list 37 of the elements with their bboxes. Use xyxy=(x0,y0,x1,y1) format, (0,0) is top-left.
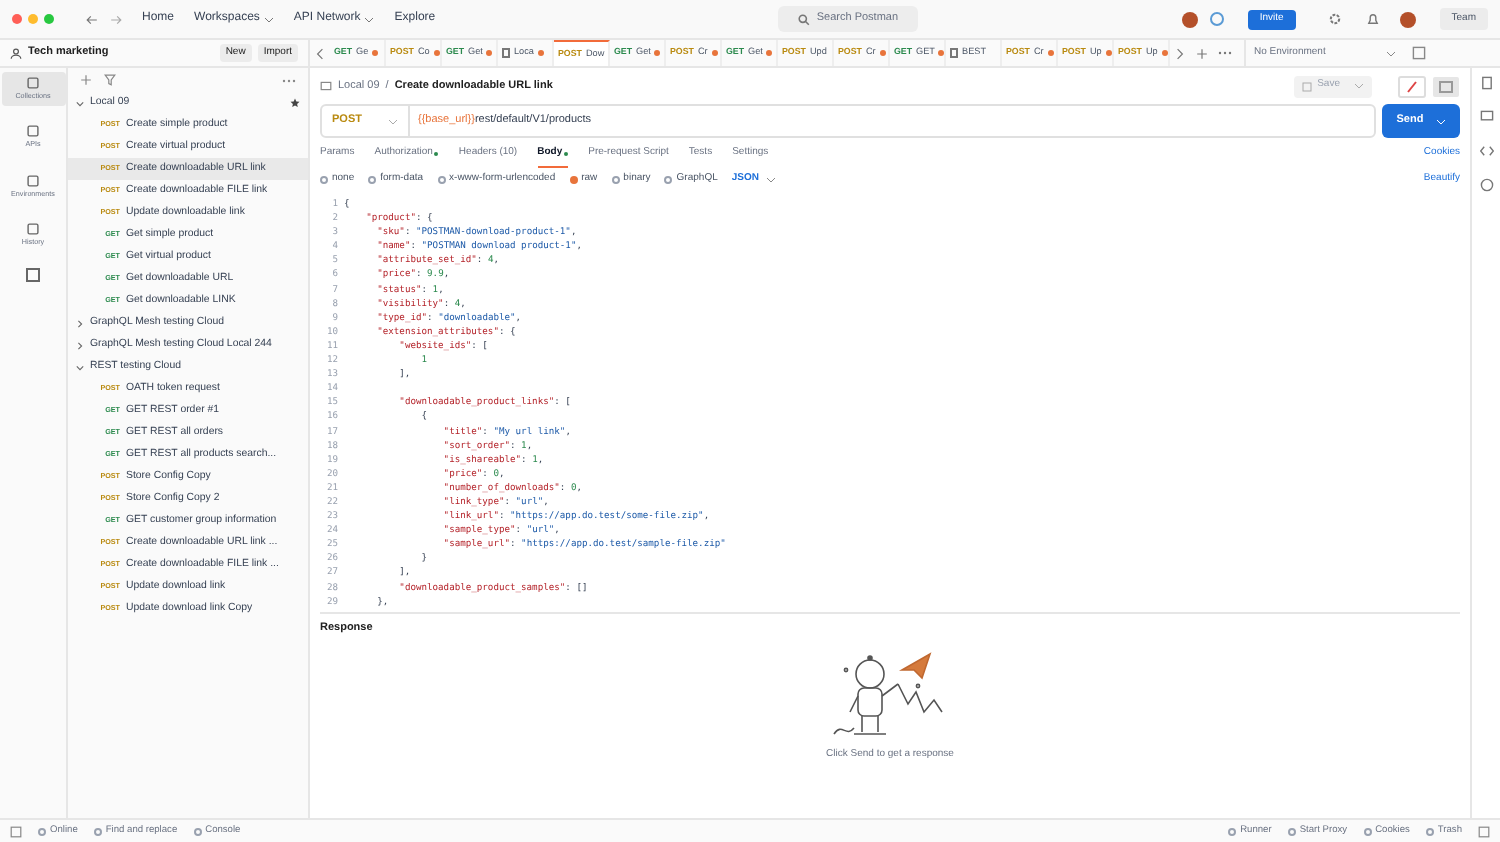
sidebar-tab-icon xyxy=(26,173,40,188)
caret-icon xyxy=(1354,82,1364,90)
caret-icon xyxy=(1435,117,1446,125)
add-icon[interactable] xyxy=(80,74,92,86)
search-icon xyxy=(798,13,811,25)
add-tab-icon[interactable] xyxy=(1196,47,1208,59)
edit-icon[interactable] xyxy=(1398,75,1426,97)
person-icon xyxy=(10,47,22,59)
sidebar-tab-icon xyxy=(26,76,40,90)
bell-icon[interactable] xyxy=(1365,12,1380,26)
caret-icon xyxy=(1386,49,1396,57)
sidebar-toggle-icon[interactable] xyxy=(10,825,22,837)
chevron-right-icon[interactable] xyxy=(76,341,84,349)
code-icon[interactable] xyxy=(1479,144,1493,158)
chevron-right-icon[interactable] xyxy=(76,319,84,327)
caret-icon xyxy=(263,15,274,23)
scroll-left-icon[interactable] xyxy=(316,47,324,59)
sidebar-tab-icon xyxy=(26,222,40,237)
scroll-right-icon[interactable] xyxy=(1176,47,1184,59)
document-icon[interactable] xyxy=(1479,76,1493,90)
caret-icon xyxy=(388,117,398,125)
back-icon[interactable] xyxy=(86,13,98,25)
star-icon[interactable] xyxy=(290,98,300,108)
window-controls-drawing xyxy=(12,14,54,24)
more-icon[interactable] xyxy=(1218,50,1232,56)
caret-icon xyxy=(765,176,775,184)
chevron-down-icon[interactable] xyxy=(76,99,84,107)
more-icon[interactable] xyxy=(282,77,296,83)
avatar-icon[interactable] xyxy=(1399,11,1416,27)
sidebar-tab-icon xyxy=(26,124,40,139)
sync-icon[interactable] xyxy=(1209,12,1224,26)
save-icon xyxy=(1301,81,1312,91)
chevron-down-icon[interactable] xyxy=(76,363,84,371)
avatar-icon xyxy=(1181,11,1198,27)
filter-icon[interactable] xyxy=(104,74,116,86)
forward-icon[interactable] xyxy=(110,13,122,25)
caret-icon xyxy=(364,15,375,23)
